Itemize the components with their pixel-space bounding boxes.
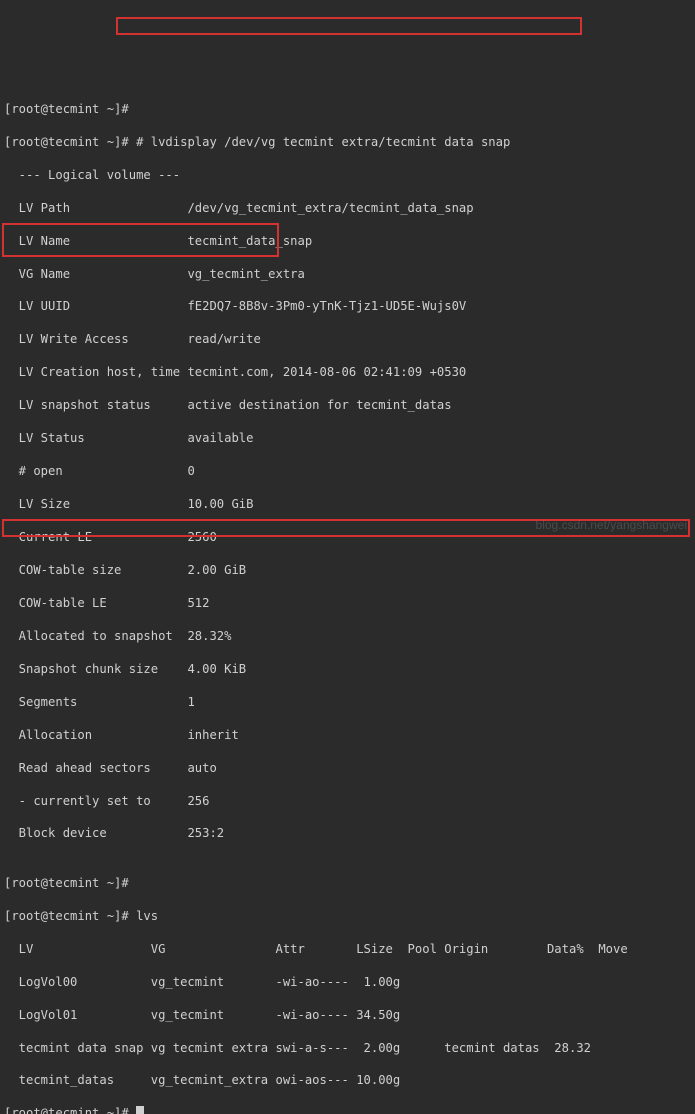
lv-label: LV UUID (4, 299, 187, 313)
lv-value: tecmint.com, 2014-08-06 02:41:09 +0530 (187, 365, 466, 379)
lv-label: LV Status (4, 431, 187, 445)
lv-value: 4.00 KiB (187, 662, 246, 676)
lv-label: LV Creation host, time (4, 365, 187, 379)
lv-header: --- Logical volume --- (4, 167, 691, 183)
lv-label: Allocated to snapshot (4, 629, 187, 643)
lv-value: active destination for tecmint_datas (187, 398, 451, 412)
lv-row: Allocation inherit (4, 727, 691, 743)
lv-value: 28.32% (187, 629, 231, 643)
lv-row: LV snapshot status active destination fo… (4, 397, 691, 413)
lv-label: LV Write Access (4, 332, 187, 346)
lv-value: inherit (187, 728, 238, 742)
lv-value: 1 (187, 695, 194, 709)
lv-value: 512 (187, 596, 209, 610)
lv-label: LV Size (4, 497, 187, 511)
lv-row: LV UUID fE2DQ7-8B8v-3Pm0-yTnK-Tjz1-UD5E-… (4, 298, 691, 314)
lv-label: # open (4, 464, 187, 478)
lv-value: 10.00 GiB (187, 497, 253, 511)
lv-value: fE2DQ7-8B8v-3Pm0-yTnK-Tjz1-UD5E-Wujs0V (187, 299, 466, 313)
lv-label: Read ahead sectors (4, 761, 187, 775)
cmd-lvs: [root@tecmint ~]# lvs (4, 908, 691, 924)
lv-row: LV Path /dev/vg_tecmint_extra/tecmint_da… (4, 200, 691, 216)
highlight-cow-table (2, 223, 279, 257)
lv-row: LV Write Access read/write (4, 331, 691, 347)
lv-row: LV Creation host, time tecmint.com, 2014… (4, 364, 691, 380)
lv-row: Block device 253:2 (4, 825, 691, 841)
lv-label: - currently set to (4, 794, 187, 808)
prompt: [root@tecmint ~]# (4, 1106, 136, 1114)
cursor-icon (136, 1106, 144, 1114)
lv-value: vg_tecmint_extra (187, 267, 304, 281)
lv-row: LV Status available (4, 430, 691, 446)
lv-label: Snapshot chunk size (4, 662, 187, 676)
lvs-row: tecmint_datas vg_tecmint_extra owi-aos--… (4, 1072, 691, 1088)
lv-row: Segments 1 (4, 694, 691, 710)
lv-value: 253:2 (187, 826, 224, 840)
lv-value: /dev/vg_tecmint_extra/tecmint_data_snap (187, 201, 473, 215)
lv-label: Allocation (4, 728, 187, 742)
lv-row: COW-table size 2.00 GiB (4, 562, 691, 578)
cmd-lvdisplay: # lvdisplay /dev/vg tecmint extra/tecmin… (136, 135, 510, 149)
highlight-lvdisplay-cmd (116, 17, 582, 35)
lv-row: LV Size 10.00 GiB (4, 496, 691, 512)
lv-value: 0 (187, 464, 194, 478)
watermark: blog.csdn.net/yangshangwei (536, 517, 687, 533)
prompt-line: [root@tecmint ~]# (4, 101, 691, 117)
lv-row: # open 0 (4, 463, 691, 479)
lv-value: 256 (187, 794, 209, 808)
lv-label: LV Path (4, 201, 187, 215)
lv-value: auto (187, 761, 216, 775)
lv-label: Segments (4, 695, 187, 709)
lv-label: LV snapshot status (4, 398, 187, 412)
prompt-empty: [root@tecmint ~]# (4, 875, 691, 891)
lv-row: VG Name vg_tecmint_extra (4, 266, 691, 282)
lvs-row: LogVol01 vg_tecmint -wi-ao---- 34.50g (4, 1007, 691, 1023)
lv-row: - currently set to 256 (4, 793, 691, 809)
lvs-header: LV VG Attr LSize Pool Origin Data% Move (4, 941, 691, 957)
lvs-row: tecmint data snap vg tecmint extra swi-a… (4, 1040, 691, 1056)
lv-row: Read ahead sectors auto (4, 760, 691, 776)
lv-label: VG Name (4, 267, 187, 281)
cmd-line: [root@tecmint ~]# # lvdisplay /dev/vg te… (4, 134, 691, 150)
lv-row: COW-table LE 512 (4, 595, 691, 611)
lv-row: Snapshot chunk size 4.00 KiB (4, 661, 691, 677)
lv-label: Block device (4, 826, 187, 840)
lv-value: read/write (187, 332, 260, 346)
lv-label: COW-table size (4, 563, 187, 577)
lvs-row: LogVol00 vg_tecmint -wi-ao---- 1.00g (4, 974, 691, 990)
lv-row: Allocated to snapshot 28.32% (4, 628, 691, 644)
prompt: [root@tecmint ~]# (4, 135, 136, 149)
lv-label: COW-table LE (4, 596, 187, 610)
prompt-final[interactable]: [root@tecmint ~]# (4, 1105, 691, 1114)
lv-value: available (187, 431, 253, 445)
lv-value: 2.00 GiB (187, 563, 246, 577)
